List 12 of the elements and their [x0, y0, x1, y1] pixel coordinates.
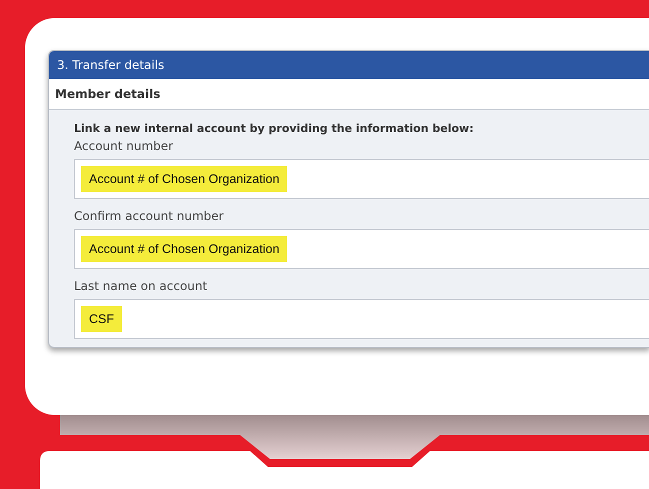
field-value: Account # of Chosen Organization — [81, 236, 288, 262]
section-title: Member details — [55, 87, 160, 101]
input-field[interactable]: Account # of Chosen Organization — [74, 229, 649, 269]
field-value: Account # of Chosen Organization — [81, 166, 288, 192]
input-field[interactable]: CSF — [74, 299, 649, 339]
field-label: Account number — [74, 139, 174, 153]
panel-title: 3. Transfer details — [57, 58, 164, 72]
input-field[interactable]: Account # of Chosen Organization — [74, 159, 649, 199]
field-label: Confirm account number — [74, 209, 225, 223]
field-label: Last name on account — [74, 279, 208, 293]
field-value: CSF — [81, 306, 122, 332]
instruction-text: Link a new internal account by providing the information below: — [74, 122, 475, 135]
